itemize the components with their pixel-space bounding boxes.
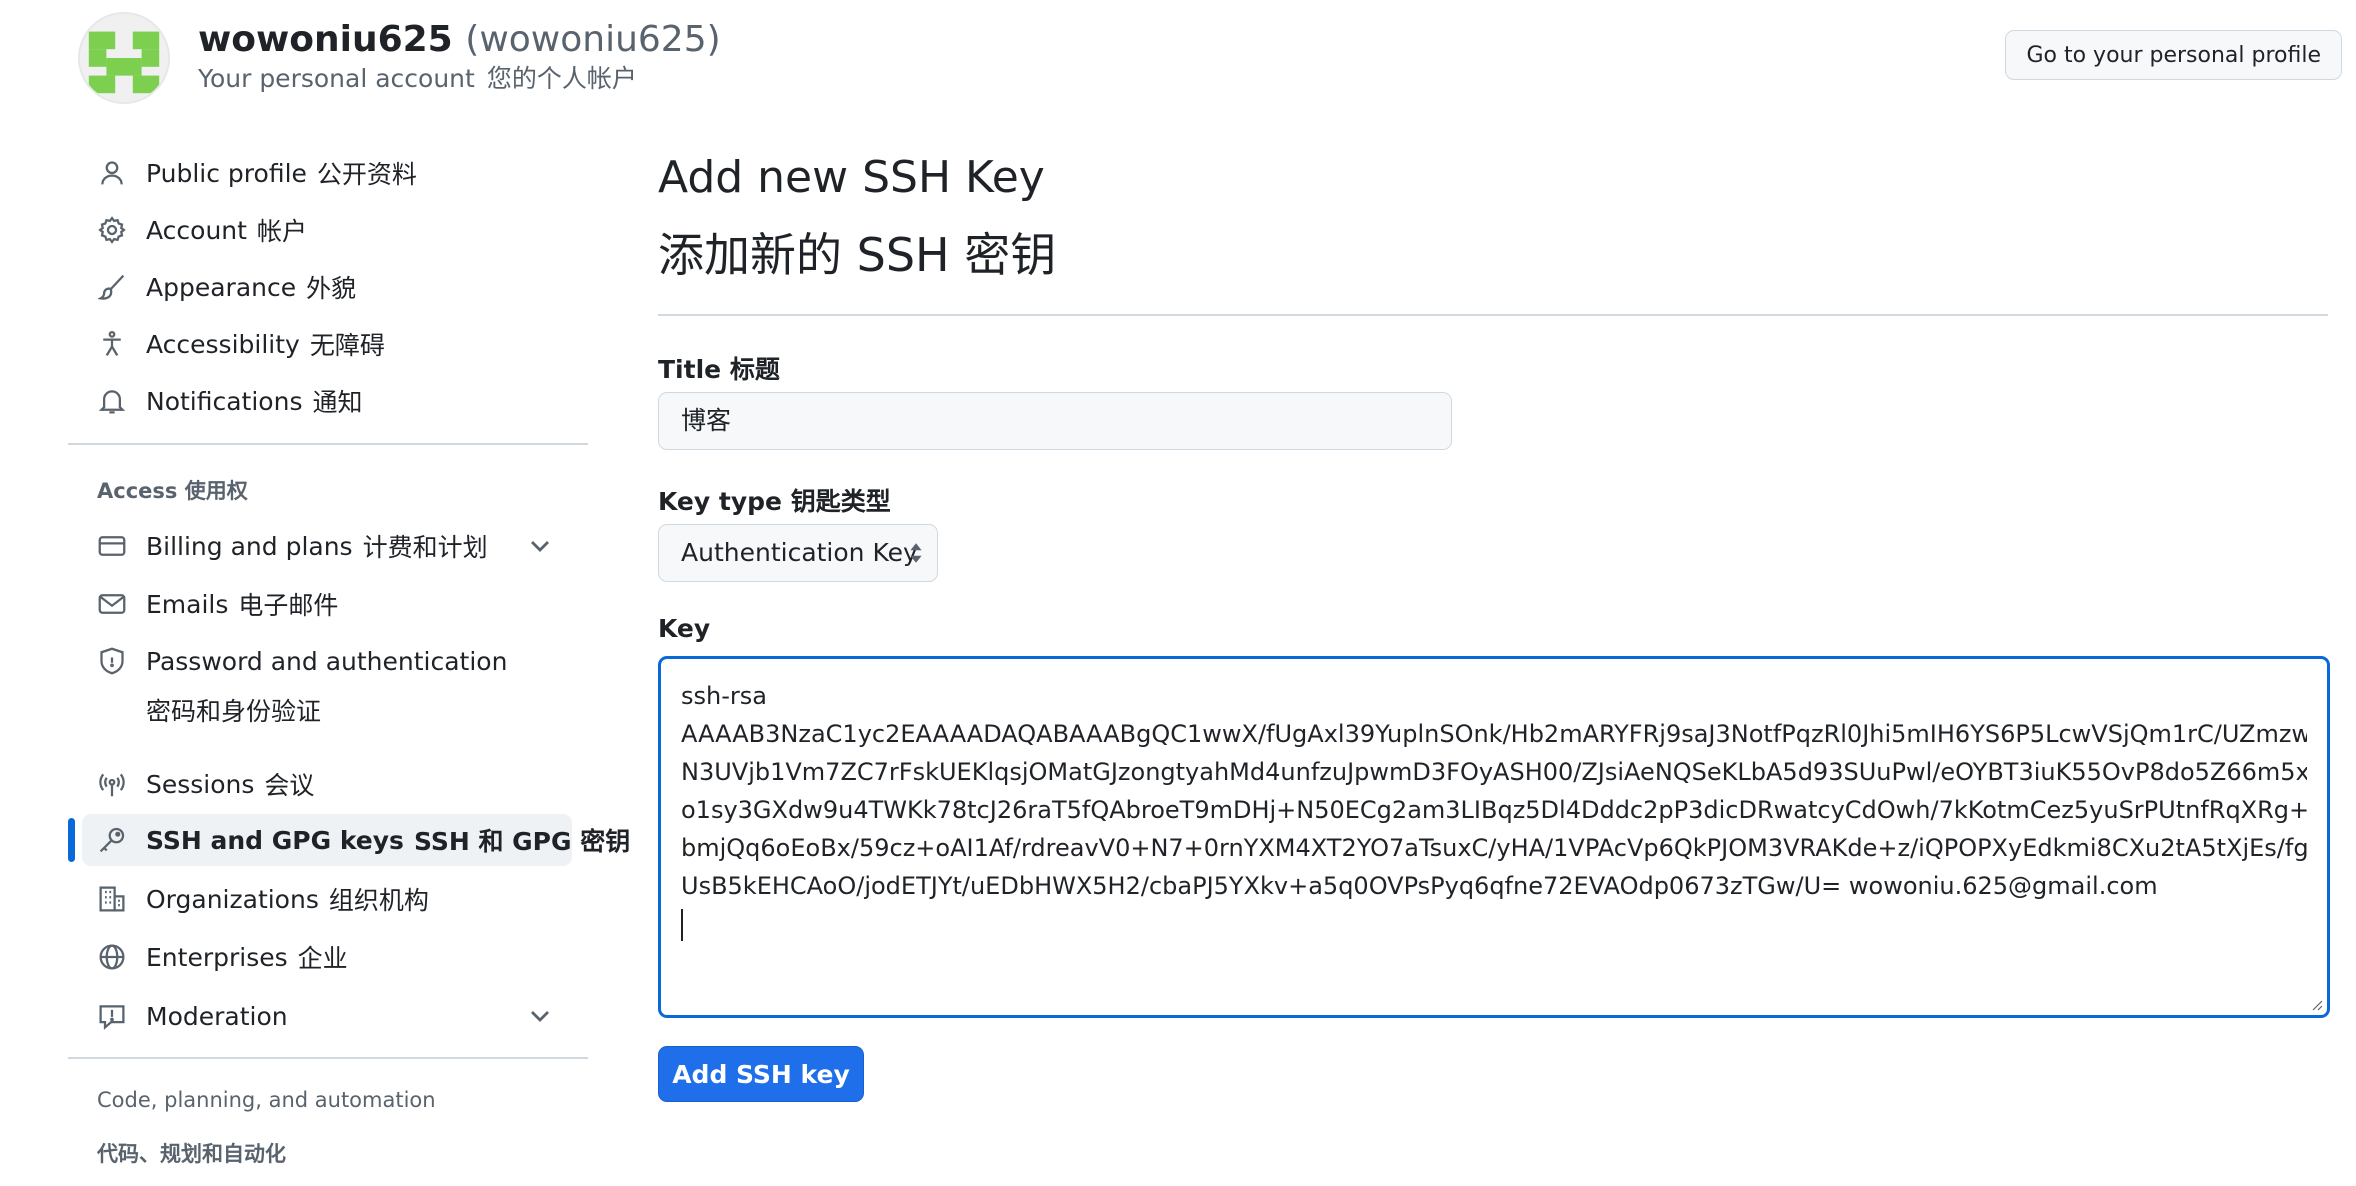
select-caret-icon [910,543,922,563]
sidebar-item-label: Accessibility [146,329,300,359]
sidebar-item-label: Organizations [146,884,319,914]
key-line: N3UVjb1Vm7ZC7rFskUEKlqsjOMatGJzongtyahMd… [681,758,2307,786]
code-heading: Code, planning, and automation [97,1088,436,1112]
key-type-label-zh: 钥匙类型 [790,487,891,516]
organization-icon [96,883,128,915]
key-type-select[interactable]: Authentication Key [658,524,938,582]
key-line: ssh-rsa [681,682,767,710]
sidebar-item-public-profile[interactable]: Public profile 公开资料 [82,147,572,199]
code-heading-zh: 代码、规划和自动化 [97,1142,286,1166]
paintbrush-icon [96,271,128,303]
sidebar-item-label: Moderation [146,1001,288,1031]
sidebar-item-accessibility[interactable]: Accessibility 无障碍 [82,318,572,370]
mail-icon [96,588,128,620]
text-cursor [681,909,683,941]
bell-icon [96,385,128,417]
sidebar-divider [68,443,588,445]
identicon-icon [80,14,168,102]
credit-card-icon [96,530,128,562]
access-heading-en: Access [97,479,178,503]
title-input[interactable]: 博客 [658,392,1452,450]
sidebar-item-billing[interactable]: Billing and plans 计费和计划 [82,520,572,572]
sidebar-item-label: Public profile [146,158,307,188]
globe-icon [96,941,128,973]
sidebar-item-label: Account [146,215,247,245]
access-heading: Access 使用权 [97,475,248,505]
key-textarea[interactable]: ssh-rsa AAAAB3NzaC1yc2EAAAADAQABAAABgQC1… [658,656,2330,1018]
sidebar-item-label-zh: 外貌 [306,274,357,303]
sidebar-item-label: SSH and GPG keys [146,825,404,855]
sidebar-item-enterprises[interactable]: Enterprises 企业 [82,931,572,983]
sidebar-item-appearance[interactable]: Appearance 外貌 [82,261,572,313]
page-title-zh: 添加新的 SSH 密钥 [658,228,1057,282]
login-name: (wowoniu625) [465,19,721,60]
sidebar-item-label-zh: SSH 和 GPG 密钥 [413,827,631,856]
active-indicator [68,818,75,862]
sidebar-item-password[interactable]: Password and authentication 密码和身份验证 [82,636,572,726]
sidebar-item-label: Enterprises [146,942,288,972]
gear-icon [96,214,128,246]
sidebar-item-label-zh: 公开资料 [316,160,417,189]
chevron-down-icon[interactable] [524,1000,556,1032]
key-type-value: Authentication Key [681,538,918,567]
key-label: Key [658,614,711,643]
sidebar-item-label-zh: 企业 [297,944,348,973]
access-heading-zh: 使用权 [184,479,248,503]
report-icon [96,1000,128,1032]
key-type-label-en: Key type [658,487,782,516]
avatar[interactable] [80,14,168,102]
chevron-down-icon[interactable] [524,530,556,562]
go-to-profile-button[interactable]: Go to your personal profile [2005,30,2342,80]
sidebar-item-label: Password and authentication [146,647,508,676]
sidebar-item-label: Emails [146,589,229,619]
page-title: Add new SSH Key [658,152,1045,203]
key-line: AAAAB3NzaC1yc2EAAAADAQABAAABgQC1wwX/fUgA… [681,720,2307,748]
sidebar-item-ssh-gpg-keys[interactable]: SSH and GPG keys SSH 和 GPG 密钥 [82,814,630,866]
sidebar-item-label-zh: 密码和身份验证 [146,697,322,726]
key-line: bmjQq6oEoBx/59cz+oAI1Af/rdreavV0+N7+0rnY… [681,834,2307,862]
sidebar-item-organizations[interactable]: Organizations 组织机构 [82,873,572,925]
sidebar-item-sessions[interactable]: Sessions 会议 [82,758,572,810]
sidebar-item-moderation[interactable]: Moderation [82,990,572,1042]
account-subtitle-zh: 您的个人帐户 [486,64,637,93]
sidebar-item-account[interactable]: Account 帐户 [82,204,572,256]
title-label: Title 标题 [658,350,780,386]
account-subtitle-en: Your personal account [198,64,475,93]
key-type-label: Key type 钥匙类型 [658,482,891,518]
sidebar-item-label: Appearance [146,272,297,302]
sidebar-item-label-zh: 电子邮件 [238,591,339,620]
display-name: wowoniu625 [198,19,453,60]
title-label-zh: 标题 [729,355,780,384]
title-divider [658,314,2328,316]
shield-lock-icon [96,645,128,677]
sidebar-item-label-zh: 计费和计划 [362,533,488,562]
sidebar-item-notifications[interactable]: Notifications 通知 [82,375,572,427]
title-label-en: Title [658,355,722,384]
sidebar-divider [68,1057,588,1059]
sidebar-item-label-zh: 无障碍 [309,331,385,360]
sidebar-item-label-zh: 组织机构 [328,886,429,915]
sidebar-item-label: Notifications [146,386,303,416]
sidebar-item-label-zh: 通知 [312,388,363,417]
account-subtitle: Your personal account 您的个人帐户 [198,62,637,96]
resize-handle-icon[interactable] [2309,997,2323,1011]
sidebar-item-emails[interactable]: Emails 电子邮件 [82,578,572,630]
key-line: UsB5kEHCAoO/jodETJYt/uEDbHWX5H2/cbaPJ5YX… [681,872,2158,900]
sidebar-item-label: Sessions [146,769,255,799]
sidebar-item-label: Billing and plans [146,531,353,561]
accessibility-icon [96,328,128,360]
sidebar-item-label-zh: 会议 [264,771,315,800]
add-ssh-key-button[interactable]: Add SSH key [658,1046,864,1102]
broadcast-icon [96,768,128,800]
account-name: wowoniu625 (wowoniu625) [198,18,721,62]
sidebar-item-label-zh: 帐户 [256,217,307,246]
key-icon [96,824,128,856]
person-icon [96,157,128,189]
key-line: o1sy3GXdw9u4TWKk78tcJ26raT5fQAbroeT9mDHj… [681,796,2307,824]
